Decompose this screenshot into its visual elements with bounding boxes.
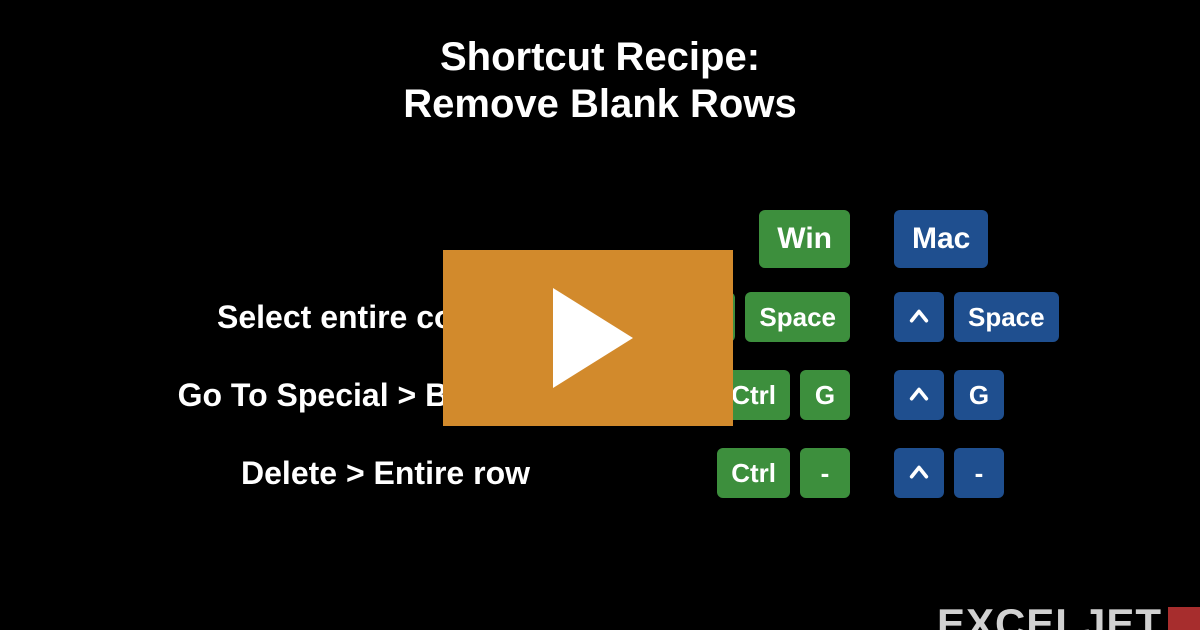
play-button[interactable] [443,250,733,426]
title-line-1: Shortcut Recipe: [0,34,1200,81]
key-cap: Ctrl [717,448,790,498]
mac-header-badge: Mac [894,210,988,268]
control-key-icon [894,448,944,498]
key-cap: G [800,370,850,420]
play-icon [543,288,633,388]
win-keys: Ctrl - [560,448,850,498]
slide-title: Shortcut Recipe: Remove Blank Rows [0,0,1200,128]
shortcut-label: Delete > Entire row [0,455,560,492]
key-cap: - [954,448,1004,498]
key-cap: Space [954,292,1059,342]
shortcut-row: Delete > Entire row Ctrl - - [0,434,1200,512]
key-cap: Space [745,292,850,342]
mac-keys: G [850,370,1110,420]
control-key-icon [894,370,944,420]
control-key-icon [894,292,944,342]
brand-mark-icon [1168,607,1200,630]
brand-watermark: EXCELJET [937,600,1200,630]
win-header-badge: Win [759,210,850,268]
key-cap: G [954,370,1004,420]
mac-keys: - [850,448,1110,498]
title-line-2: Remove Blank Rows [0,81,1200,128]
key-cap: - [800,448,850,498]
mac-keys: Space [850,292,1110,342]
brand-text: EXCELJET [937,600,1162,630]
